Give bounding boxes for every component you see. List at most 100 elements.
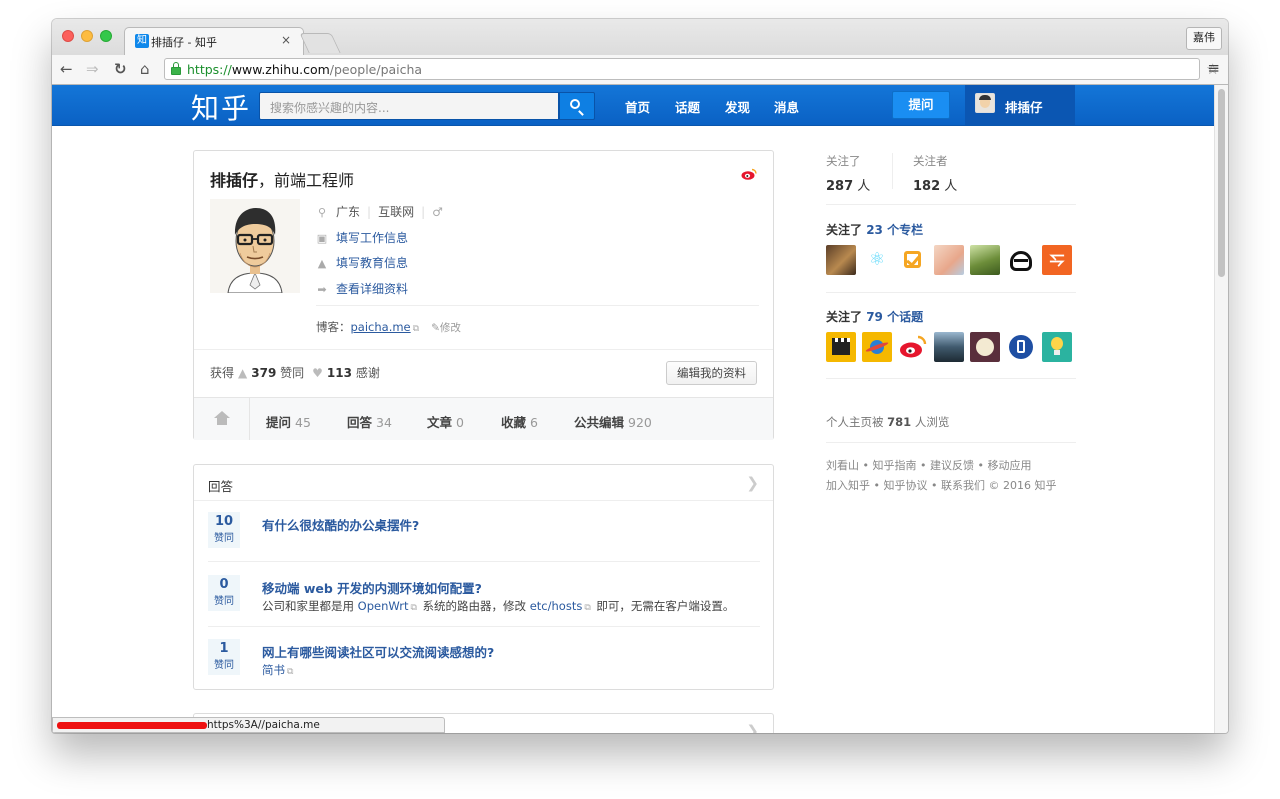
reload-icon[interactable]: ↻ — [114, 60, 127, 78]
edit-profile-button[interactable]: 编辑我的资料 — [666, 361, 757, 385]
view-details-link[interactable]: 查看详细资料 — [336, 282, 408, 296]
industry-text[interactable]: 互联网 — [378, 205, 414, 219]
followed-columns-title: 关注了 23 个专栏 — [826, 221, 923, 238]
tab-home[interactable] — [194, 398, 250, 440]
visits-suffix: 人浏览 — [911, 415, 950, 429]
blog-link[interactable]: paicha.me — [351, 320, 411, 334]
lightbulb-icon[interactable] — [1042, 332, 1072, 362]
checkbox-column-icon[interactable] — [898, 245, 928, 275]
tab-count: 34 — [376, 415, 392, 430]
unit-label: 人 — [944, 179, 958, 194]
external-link-icon: ⧉ — [584, 603, 591, 613]
home-icon[interactable]: ⌂ — [140, 60, 150, 78]
topic-avatar[interactable] — [970, 332, 1000, 362]
question-title[interactable]: 网上有哪些阅读社区可以交流阅读感想的? — [262, 642, 494, 661]
footer-links[interactable]: 刘看山 • 知乎指南 • 建议反馈 • 移动应用 — [826, 457, 1031, 473]
address-bar[interactable]: https://www.zhihu.com/people/paicha — [164, 58, 1200, 80]
column-avatar[interactable] — [934, 245, 964, 275]
close-window-button[interactable] — [62, 30, 74, 42]
heart-icon: ♥ — [312, 366, 323, 380]
location-pin-icon: ⚲ — [317, 206, 327, 219]
question-title[interactable]: 有什么很炫酷的办公桌摆件? — [262, 515, 419, 534]
divider — [826, 204, 1076, 205]
fill-education-link[interactable]: 填写教育信息 — [336, 256, 408, 270]
followers-stat[interactable]: 关注者 182 人 — [913, 153, 993, 194]
chevron-right-icon[interactable]: ❯ — [746, 722, 759, 733]
close-tab-icon[interactable]: × — [281, 33, 291, 47]
visits-count: 781 — [887, 415, 912, 429]
vote-count: 0 — [219, 577, 229, 592]
weibo-icon[interactable] — [741, 168, 757, 180]
column-logo-icon[interactable] — [1006, 245, 1036, 275]
clapperboard-icon[interactable] — [826, 332, 856, 362]
avatar — [975, 93, 995, 113]
edit-blog-button[interactable]: ✎修改 — [431, 322, 461, 334]
nav-messages[interactable]: 消息 — [774, 97, 799, 116]
search-placeholder: 搜索你感兴趣的内容... — [270, 101, 390, 115]
fill-work-link[interactable]: 填写工作信息 — [336, 231, 408, 245]
gained-label: 获得 — [210, 366, 235, 380]
vertical-scrollbar[interactable] — [1214, 85, 1228, 733]
tab-strip: 知 排插仔 - 知乎 × 嘉伟 — [52, 19, 1228, 55]
tab-collections[interactable]: 收藏 6 — [501, 412, 538, 431]
columns-count-link[interactable]: 23 个专栏 — [866, 223, 923, 237]
answer-excerpt[interactable]: 公司和家里都是用 OpenWrt ⧉ 系统的路由器，修改 etc/hosts ⧉ 即… — [262, 598, 734, 614]
tab-label: 提问 — [266, 415, 292, 430]
status-bar: https%3A//paicha.me — [52, 717, 445, 733]
tab-public-edits[interactable]: 公共编辑 920 — [574, 412, 652, 431]
detail-row: ➡ 查看详细资料 — [316, 280, 408, 297]
topics-count-link[interactable]: 79 个话题 — [866, 310, 923, 324]
followers-value: 182 人 — [913, 175, 993, 194]
avatar-illustration — [227, 208, 283, 293]
thanks-label: 感谢 — [355, 366, 380, 380]
tab-articles[interactable]: 文章 0 — [427, 412, 464, 431]
visits-prefix: 个人主页被 — [826, 415, 888, 429]
chevron-right-icon[interactable]: ❯ — [746, 474, 759, 492]
following-stat[interactable]: 关注了 287 人 — [826, 153, 906, 194]
vote-count: 10 — [214, 514, 234, 529]
vote-badge[interactable]: 1 赞同 — [208, 639, 240, 675]
minimize-window-button[interactable] — [81, 30, 93, 42]
location-text[interactable]: 广东 — [336, 205, 360, 219]
topic-avatar[interactable] — [934, 332, 964, 362]
scrollbar-thumb[interactable] — [1218, 89, 1225, 277]
phone-topic-icon[interactable] — [1006, 332, 1036, 362]
forward-arrow-icon[interactable]: ⇒ — [86, 60, 99, 78]
maximize-window-button[interactable] — [100, 30, 112, 42]
search-button[interactable] — [559, 92, 595, 120]
column-avatar[interactable] — [970, 245, 1000, 275]
excerpt-link[interactable]: OpenWrt — [358, 599, 409, 613]
nav-topics[interactable]: 话题 — [675, 97, 700, 116]
tab-questions[interactable]: 提问 45 — [266, 412, 311, 431]
weibo-topic-icon[interactable] — [898, 332, 928, 362]
tab-answers[interactable]: 回答 34 — [347, 412, 392, 431]
excerpt-link[interactable]: etc/hosts — [530, 599, 583, 613]
lock-icon — [171, 62, 181, 75]
excerpt-link[interactable]: 简书 — [262, 663, 285, 677]
ask-question-button[interactable]: 提问 — [892, 91, 950, 119]
user-menu[interactable]: 排插仔 — [965, 85, 1075, 125]
column-avatar[interactable] — [826, 245, 856, 275]
zhihu-logo[interactable]: 知乎 — [191, 87, 251, 127]
vote-badge[interactable]: 10 赞同 — [208, 512, 240, 548]
search-input[interactable]: 搜索你感兴趣的内容... — [259, 92, 559, 120]
nav-home[interactable]: 首页 — [625, 97, 650, 116]
agree-count: 379 — [251, 366, 277, 380]
vote-badge[interactable]: 0 赞同 — [208, 575, 240, 611]
planet-icon[interactable] — [862, 332, 892, 362]
browser-profile-button[interactable]: 嘉伟 — [1186, 27, 1222, 50]
new-tab-button[interactable] — [299, 33, 341, 53]
hamburger-menu-icon[interactable]: ≡ — [1207, 59, 1220, 77]
footer-links[interactable]: 加入知乎 • 知乎协议 • 联系我们 © 2016 知乎 — [826, 477, 1056, 493]
arrow-right-icon: ➡ — [317, 283, 327, 296]
answer-excerpt[interactable]: 简书 ⧉ — [262, 662, 295, 678]
tab-count: 45 — [295, 415, 311, 430]
browser-tab[interactable]: 知 排插仔 - 知乎 × — [124, 27, 304, 55]
question-title[interactable]: 移动端 web 开发的内测环境如何配置? — [262, 578, 482, 597]
column-logo-icon[interactable]: ⥧ — [1042, 245, 1072, 275]
work-row: ▣ 填写工作信息 — [316, 229, 408, 246]
react-atom-icon[interactable]: ⚛ — [862, 245, 892, 275]
back-arrow-icon[interactable]: ← — [60, 60, 73, 78]
nav-explore[interactable]: 发现 — [725, 97, 750, 116]
tab-count: 920 — [628, 415, 652, 430]
